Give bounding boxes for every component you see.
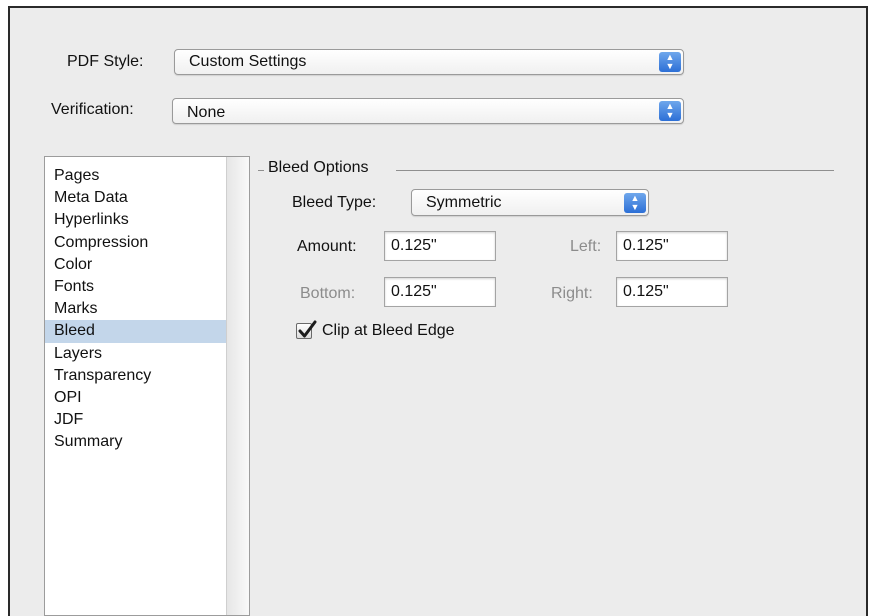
group-divider-left	[258, 170, 264, 171]
verification-popup[interactable]: None ▲ ▼	[172, 98, 684, 124]
pdf-style-label: PDF Style:	[67, 53, 144, 70]
list-item-opi[interactable]: OPI	[45, 387, 227, 409]
list-item-fonts[interactable]: Fonts	[45, 276, 227, 298]
pdf-style-value: Custom Settings	[189, 53, 307, 70]
verification-value: None	[187, 104, 226, 121]
settings-category-list[interactable]: Pages Meta Data Hyperlinks Compression C…	[44, 156, 250, 616]
checkmark-icon	[298, 320, 317, 338]
bottom-input[interactable]: 0.125"	[384, 277, 496, 307]
list-item-jdf[interactable]: JDF	[45, 409, 227, 431]
list-item-marks[interactable]: Marks	[45, 298, 227, 320]
bleed-type-popup[interactable]: Symmetric ▲ ▼	[411, 189, 649, 216]
list-item-layers[interactable]: Layers	[45, 343, 227, 365]
group-divider	[396, 170, 834, 171]
clip-at-bleed-edge-label[interactable]: Clip at Bleed Edge	[322, 321, 455, 341]
up-down-arrows-icon: ▲ ▼	[659, 101, 681, 121]
verification-label: Verification:	[51, 101, 134, 118]
up-down-arrows-icon: ▲ ▼	[624, 193, 646, 213]
list-scrollbar[interactable]	[226, 157, 249, 615]
list-item-bleed[interactable]: Bleed	[45, 320, 227, 343]
right-label: Right:	[551, 285, 593, 302]
list-item-summary[interactable]: Summary	[45, 431, 227, 453]
up-down-arrows-icon: ▲ ▼	[659, 52, 681, 72]
bleed-type-label: Bleed Type:	[292, 194, 377, 211]
list-item-color[interactable]: Color	[45, 254, 227, 276]
list-item-meta-data[interactable]: Meta Data	[45, 187, 227, 209]
bleed-options-title: Bleed Options	[268, 159, 369, 176]
left-label: Left:	[570, 238, 602, 255]
list-item-compression[interactable]: Compression	[45, 232, 227, 254]
list-item-pages[interactable]: Pages	[45, 165, 227, 187]
clip-at-bleed-edge-checkbox[interactable]	[296, 320, 317, 339]
list-item-hyperlinks[interactable]: Hyperlinks	[45, 209, 227, 231]
bottom-label: Bottom:	[300, 285, 356, 302]
left-input[interactable]: 0.125"	[616, 231, 728, 261]
pdf-style-popup[interactable]: Custom Settings ▲ ▼	[174, 49, 684, 75]
amount-input[interactable]: 0.125"	[384, 231, 496, 261]
list-item-transparency[interactable]: Transparency	[45, 365, 227, 387]
amount-label: Amount:	[297, 238, 357, 255]
right-input[interactable]: 0.125"	[616, 277, 728, 307]
bleed-type-value: Symmetric	[426, 194, 502, 211]
